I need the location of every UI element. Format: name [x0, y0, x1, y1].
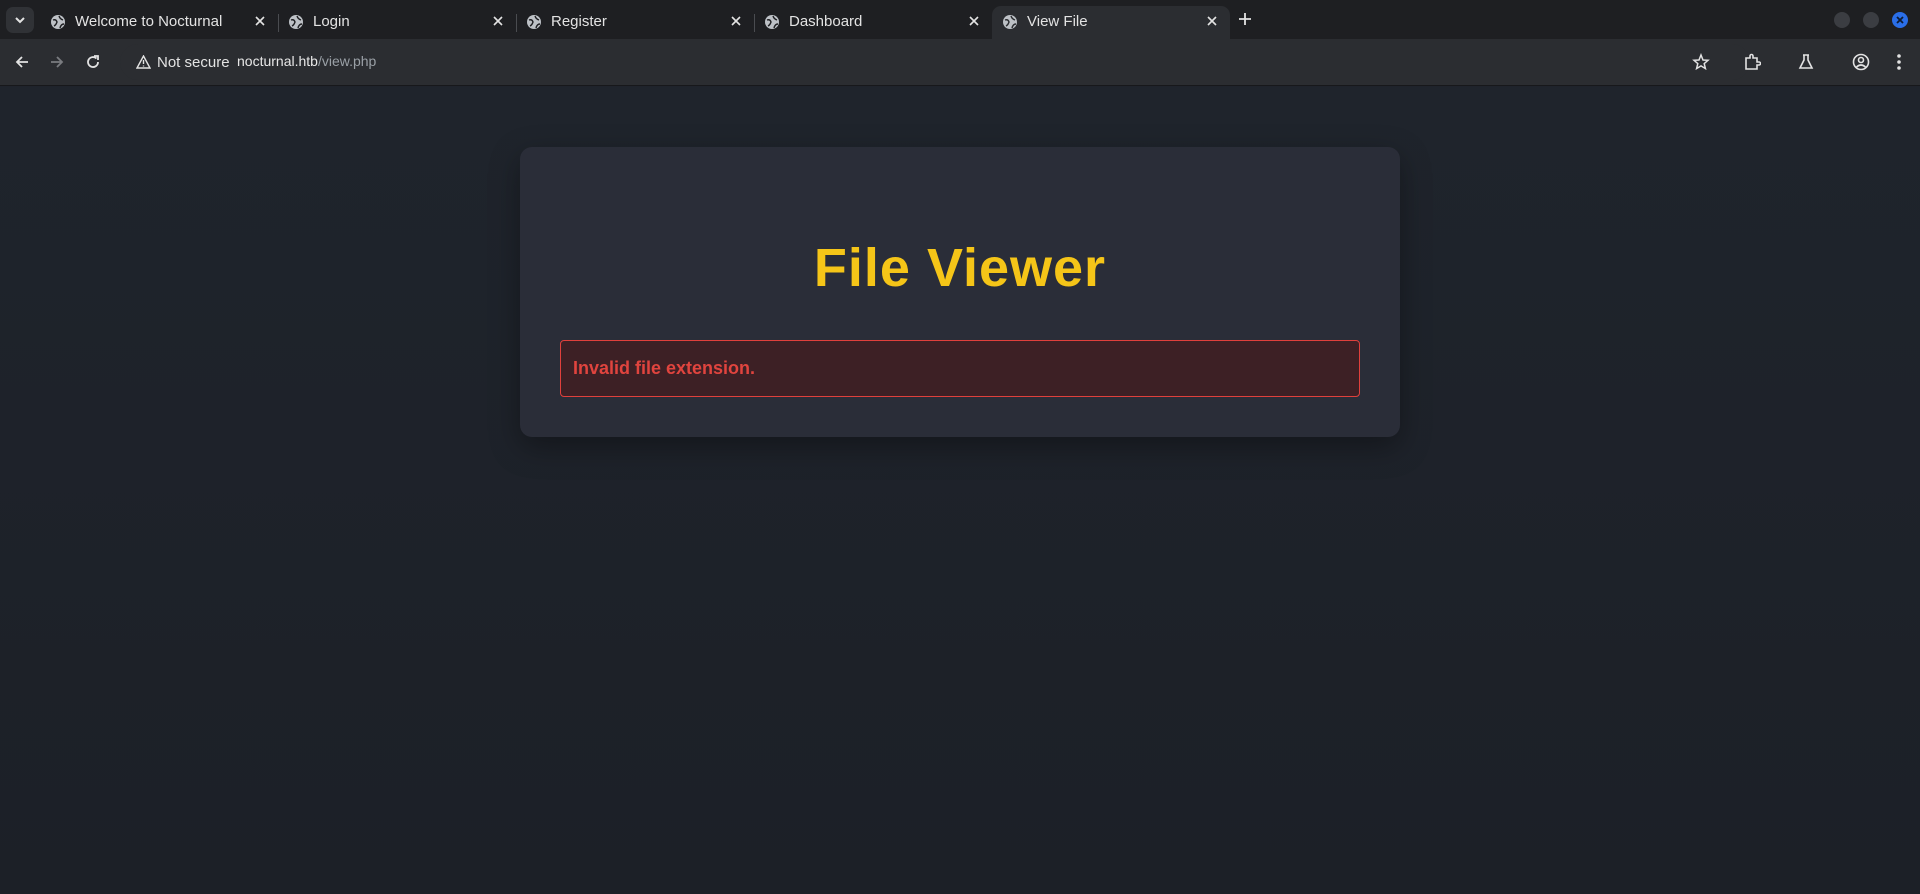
tab-welcome[interactable]: Welcome to Nocturnal: [40, 6, 278, 39]
chevron-down-icon: [15, 17, 25, 24]
more-vert-icon: [1897, 54, 1901, 70]
tab-search-button[interactable]: [6, 7, 34, 33]
arrow-left-icon: [15, 56, 28, 68]
profile-button[interactable]: [1850, 51, 1872, 73]
close-icon[interactable]: [966, 13, 982, 29]
close-icon[interactable]: [490, 13, 506, 29]
globe-icon: [765, 15, 779, 29]
window-close-button[interactable]: [1892, 12, 1908, 28]
reload-button[interactable]: [82, 51, 104, 73]
security-chip[interactable]: Not secure: [128, 48, 240, 76]
globe-icon: [527, 15, 541, 29]
tab-title: View File: [1027, 13, 1088, 30]
star-icon: [1692, 53, 1710, 71]
browser-toolbar: Not secure nocturnal.htb/view.php: [0, 39, 1920, 86]
tab-register[interactable]: Register: [516, 6, 754, 39]
url-text[interactable]: nocturnal.htb/view.php: [237, 53, 376, 69]
reload-icon: [87, 55, 99, 68]
flask-icon: [1798, 54, 1814, 69]
tab-view-file[interactable]: View File: [992, 6, 1230, 39]
globe-icon: [289, 15, 303, 29]
error-message: Invalid file extension.: [573, 358, 756, 378]
tab-dashboard[interactable]: Dashboard: [754, 6, 992, 39]
maximize-button[interactable]: [1863, 12, 1879, 28]
warning-icon: [136, 55, 151, 69]
tab-title: Welcome to Nocturnal: [75, 13, 223, 30]
globe-icon: [51, 15, 65, 29]
close-icon: [1896, 16, 1904, 24]
tab-title: Dashboard: [789, 13, 863, 30]
plus-icon: [1239, 13, 1251, 25]
error-alert: Invalid file extension.: [560, 340, 1360, 397]
back-button[interactable]: [11, 51, 33, 73]
page-title: File Viewer: [813, 238, 1107, 298]
forward-button[interactable]: [46, 51, 68, 73]
tab-login[interactable]: Login: [278, 6, 516, 39]
tab-title: Login: [313, 13, 350, 30]
labs-button[interactable]: [1795, 51, 1817, 73]
extensions-button[interactable]: [1741, 51, 1763, 73]
minimize-button[interactable]: [1834, 12, 1850, 28]
close-icon[interactable]: [1204, 13, 1220, 29]
address-bar[interactable]: Not secure nocturnal.htb/view.php: [120, 44, 1750, 80]
url-path: /view.php: [317, 53, 377, 69]
close-icon[interactable]: [252, 13, 268, 29]
arrow-right-icon: [51, 56, 64, 68]
account-icon: [1852, 53, 1870, 71]
url-host: nocturnal.htb: [237, 53, 318, 69]
tab-strip: Welcome to Nocturnal Login Register Dash…: [0, 0, 1920, 39]
menu-button[interactable]: [1888, 51, 1910, 73]
page-content: File Viewer Invalid file extension.: [0, 87, 1920, 894]
file-viewer-card: File Viewer Invalid file extension.: [520, 147, 1400, 437]
security-label: Not secure: [157, 53, 230, 71]
bookmark-button[interactable]: [1690, 51, 1712, 73]
new-tab-button[interactable]: [1234, 8, 1256, 30]
extension-icon: [1745, 53, 1761, 70]
close-icon[interactable]: [728, 13, 744, 29]
tab-title: Register: [551, 13, 607, 30]
globe-icon: [1003, 15, 1017, 29]
